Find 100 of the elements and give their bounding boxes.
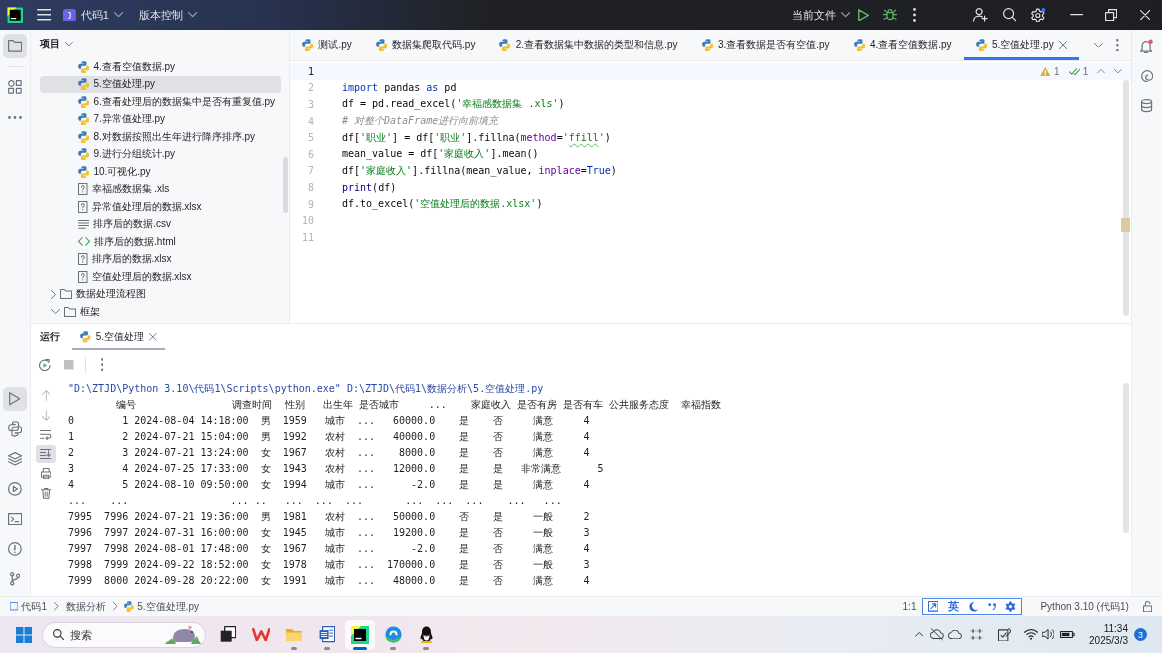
chevron-down-icon[interactable] — [65, 41, 73, 47]
editor-tab[interactable]: 数据集爬取代码.py — [363, 30, 488, 60]
breadcrumb[interactable]: 5.空值处理.py — [124, 599, 199, 614]
code-line: df['家庭收入'].fillna(mean_value, inplace=True) — [342, 163, 617, 178]
code-line: df['职业'] = df['职业'].fillna(method='ffill') — [342, 130, 611, 145]
chevron-down-icon[interactable] — [1094, 42, 1104, 48]
expand-icon[interactable] — [927, 601, 939, 612]
chevron-up-icon[interactable] — [914, 632, 924, 637]
scrollbar-thumb[interactable] — [1123, 383, 1129, 533]
taskbar-button[interactable] — [345, 619, 375, 650]
console-tool-button[interactable] — [36, 445, 56, 464]
settings-icon[interactable] — [1031, 7, 1046, 23]
battery-icon[interactable] — [1060, 631, 1076, 638]
arrow-up-icon — [41, 390, 51, 402]
console-line: 1 2 2024-07-21 15:04:00 男 1992 农村 ... 40000.0 是 否 满意 4 — [68, 430, 590, 444]
line-number: 11 — [301, 231, 314, 243]
animal-icon — [165, 625, 201, 644]
cloud-off-icon[interactable] — [930, 628, 944, 641]
app-logo-icon — [351, 625, 369, 644]
branch-icon — [9, 572, 21, 586]
tree-item[interactable]: 排序后的数据.csv — [40, 215, 281, 233]
search-field[interactable]: 搜索 — [42, 621, 206, 648]
tree-item[interactable]: 异常值处理后的数据.xlsx — [40, 198, 281, 216]
editor-tab[interactable]: 4.查看空值数据.py — [841, 30, 964, 60]
more-icon[interactable] — [913, 8, 917, 22]
notification-badge[interactable]: 3 — [1134, 628, 1147, 641]
tree-item[interactable]: 8.对数据按照出生年进行降序排序.py — [40, 128, 281, 146]
line-number: 4 — [307, 115, 314, 127]
python-icon — [80, 331, 91, 343]
run-tab[interactable]: 5.空值处理 — [72, 324, 165, 350]
unknown-file-icon — [78, 200, 88, 213]
arrow-down-icon — [41, 409, 51, 421]
tree-item[interactable]: 9.进行分组统计.py — [40, 145, 281, 163]
punctuation-icon[interactable] — [987, 602, 996, 611]
dots-grid-icon[interactable] — [969, 628, 983, 641]
python-icon — [7, 421, 23, 437]
tree-item[interactable]: 框架 — [40, 303, 281, 321]
project-button[interactable]: 代码1 — [62, 7, 123, 23]
add-user-icon[interactable] — [973, 8, 988, 22]
volume-icon[interactable] — [1042, 629, 1055, 640]
tree-item[interactable]: 4.查看空值数据.py — [40, 58, 281, 76]
tree-item[interactable]: 5.空值处理.py — [40, 75, 281, 93]
bug-icon[interactable] — [883, 9, 898, 21]
search-icon[interactable] — [1002, 8, 1017, 22]
tree-item[interactable]: 7.异常值处理.py — [40, 110, 281, 128]
checkbox-icon[interactable] — [997, 627, 1012, 642]
spiral-icon — [1140, 69, 1154, 83]
warning-count[interactable]: 1 — [1053, 66, 1060, 77]
tool-window-button[interactable] — [3, 387, 27, 411]
check-count[interactable]: 1 — [1082, 66, 1089, 77]
stop-icon — [64, 360, 74, 370]
tree-item[interactable]: 空值处理后的数据.xlsx — [40, 268, 281, 286]
editor-tab[interactable]: 2.查看数据集中数据的类型和信息.py — [487, 30, 690, 60]
cloud-icon[interactable] — [947, 629, 962, 640]
run-config-button[interactable]: 当前文件 — [791, 7, 850, 23]
running-indicator — [353, 646, 367, 650]
warning-marker[interactable] — [1121, 218, 1130, 232]
tree-item[interactable]: 6.查看处理后的数据集中是否有重复值.py — [40, 93, 281, 111]
running-indicator — [291, 646, 297, 650]
vcs-button[interactable]: 版本控制 — [139, 7, 198, 23]
panel-title: 运行 — [40, 330, 60, 344]
tree-item[interactable]: 排序后的数据.html — [40, 233, 281, 251]
tool-window-button[interactable] — [3, 34, 27, 58]
clock-date[interactable]: 2025/3/3 — [1089, 634, 1128, 647]
console-line: 0 1 2024-08-04 14:18:00 男 1959 城市 ... 60000.0 是 否 满意 4 — [68, 414, 590, 428]
running-indicator — [423, 646, 429, 650]
breadcrumb[interactable]: 代码1 — [10, 599, 47, 614]
editor-tab[interactable]: 3.查看数据是否有空值.py — [689, 30, 842, 60]
moon-icon[interactable] — [968, 601, 979, 612]
console-line: 4 5 2024-08-10 09:50:00 女 1994 城市 ... -2.0 是 是 满意 4 — [68, 478, 590, 492]
tree-item[interactable]: 排序后的数据.xlsx — [40, 250, 281, 268]
stacked-squares-icon — [219, 626, 237, 643]
code-line: df.to_excel('空值处理后的数据.xlsx') — [342, 197, 543, 212]
cursor-position[interactable]: 1:1 — [902, 601, 917, 612]
close-icon[interactable] — [149, 333, 157, 341]
input-mode-label[interactable]: 英 — [947, 599, 959, 614]
breadcrumb[interactable]: 数据分析 — [65, 599, 106, 614]
close-icon[interactable] — [1058, 40, 1067, 50]
python-icon — [124, 601, 135, 612]
folder-icon — [286, 628, 302, 641]
scrollbar-thumb[interactable] — [283, 157, 288, 213]
tree-item[interactable]: 数据处理流程图 — [40, 285, 281, 303]
tree-item[interactable]: 10.可视化.py — [40, 163, 281, 181]
chevron-down-icon[interactable] — [1114, 69, 1122, 74]
scrollbar-thumb[interactable] — [1123, 80, 1129, 316]
run-icon[interactable] — [857, 8, 870, 22]
search-input[interactable]: 搜索 — [70, 626, 159, 643]
wifi-icon[interactable] — [1024, 629, 1039, 640]
menu-icon[interactable] — [36, 9, 51, 21]
lock-icon[interactable] — [1142, 600, 1152, 613]
console-line: 编号 调查时间 性别 出生年 是否城市 ... 家庭收入 是否有房 是否有车 公共服务态度 幸福指数 — [115, 398, 721, 412]
editor-tab[interactable]: 5.空值处理.py — [963, 30, 1079, 60]
start-icon[interactable] — [15, 625, 33, 644]
line-number: 9 — [307, 198, 314, 210]
line-number: 3 — [307, 99, 314, 110]
clock-time[interactable]: 11:34 — [1103, 622, 1128, 635]
editor-tab[interactable]: 测试.py — [290, 30, 364, 60]
tree-item[interactable]: 幸福感数据集 .xls — [40, 180, 281, 198]
interpreter-label[interactable]: Python 3.10 (代码1) — [1040, 599, 1129, 614]
unknown-file-icon — [78, 183, 88, 196]
